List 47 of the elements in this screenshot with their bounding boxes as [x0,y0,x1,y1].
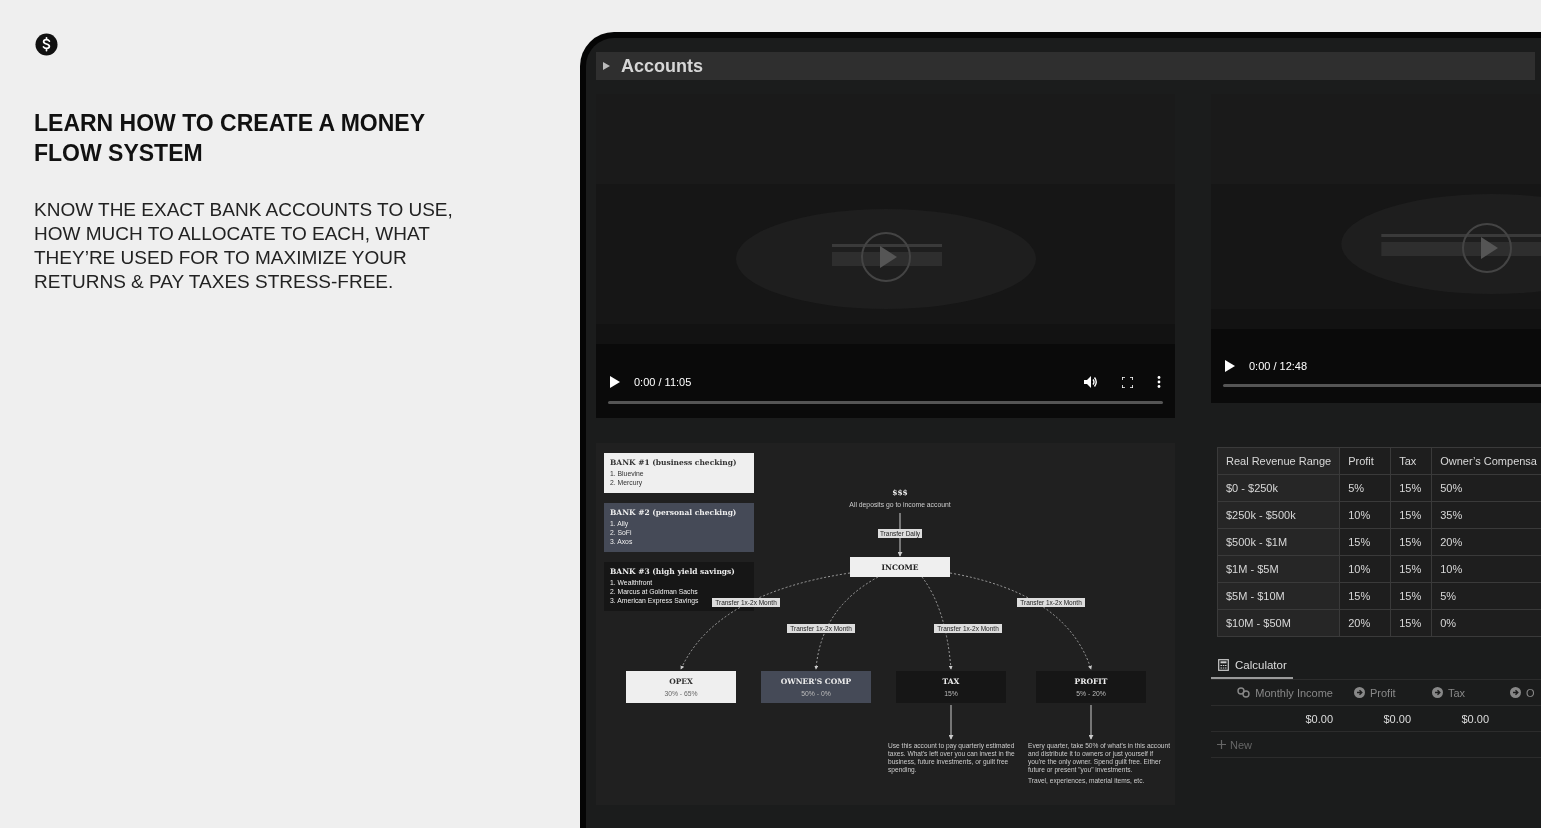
column-header: Owner’s Compensa [1431,447,1541,475]
table-cell: 20% [1431,528,1541,556]
arrow [948,704,954,740]
arrow-circle-icon [1432,687,1443,698]
table-cell: $10M - $50M [1217,609,1340,637]
table-cell: $0.00 [1461,712,1489,725]
plus-icon [1217,740,1226,749]
video-time: 0:00 / 11:05 [634,376,692,388]
column-header: Profit [1339,447,1391,475]
column-header: Tax [1390,447,1432,475]
column-header[interactable]: Tax [1448,686,1466,699]
table-cell: $0 - $250k [1217,474,1340,502]
table-cell: $250k - $500k [1217,501,1340,529]
arrow-circle-icon [1354,687,1365,698]
more-icon[interactable] [1157,376,1161,388]
arrow [1088,704,1094,740]
new-row-button[interactable]: New [1211,738,1258,751]
table-cell: $0.00 [1383,712,1411,725]
calculator-icon [1218,659,1229,671]
table-cell: $5M - $10M [1217,582,1340,610]
column-header[interactable]: Profit [1370,686,1396,699]
dollar-icon [35,33,58,56]
arrow-circle-icon [1510,687,1521,698]
table-cell: $0.00 [1305,712,1333,725]
play-icon[interactable] [1225,360,1235,372]
table-cell: 10% [1431,555,1541,583]
video-time: 0:00 / 12:48 [1249,360,1308,372]
triangle-icon [603,62,610,70]
volume-icon[interactable] [1084,376,1098,388]
view-tab[interactable]: Calculator [1211,659,1293,679]
fullscreen-icon[interactable] [1122,376,1133,388]
progress-track[interactable] [608,401,1163,404]
toggle-header[interactable]: Accounts [596,52,1535,80]
description: KNOW THE EXACT BANK ACCOUNTS TO USE, HOW MUCH TO ALLOCATE TO EACH, WHAT THEY’RE USED FOR TO MAXIMIZE YOUR RETURNS & PAY TAXES STRESS-FREE. [34,198,454,294]
table-cell: 35% [1431,501,1541,529]
table-cell: 0% [1431,609,1541,637]
column-header[interactable]: O [1526,686,1535,699]
play-icon[interactable] [610,376,620,388]
table-cell: $500k - $1M [1217,528,1340,556]
table-cell: $1M - $5M [1217,555,1340,583]
table-cell: 50% [1431,474,1541,502]
column-header[interactable]: Monthly Income [1255,686,1333,699]
table-cell: 5% [1431,582,1541,610]
toggle-title: Accounts [621,55,703,77]
link-icon [1237,687,1251,698]
column-header: Real Revenue Range [1217,447,1340,475]
heading: LEARN HOW TO CREATE A MONEY FLOW SYSTEM [34,109,426,168]
